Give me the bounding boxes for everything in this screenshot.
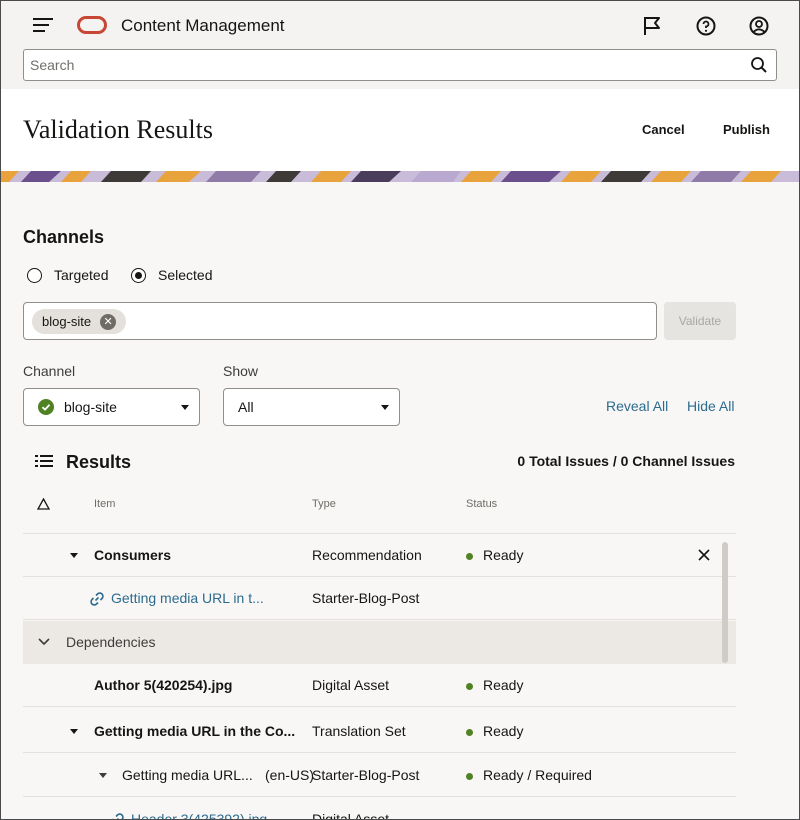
status-cell: Ready — [483, 723, 524, 739]
radio-checked-icon — [131, 267, 146, 283]
channel-select-value: blog-site — [64, 399, 117, 415]
show-field-label: Show — [223, 363, 259, 379]
radio-targeted-label: Targeted — [54, 267, 109, 283]
validate-button[interactable]: Validate — [664, 302, 736, 340]
item-cell: Getting media URL... — [122, 767, 253, 783]
link-icon — [90, 592, 104, 606]
issues-summary: 0 Total Issues / 0 Channel Issues — [517, 453, 735, 469]
channels-heading: Channels — [23, 227, 105, 247]
table-row[interactable]: Author 5(420254).jpg Digital Asset Ready — [23, 664, 736, 707]
close-icon[interactable] — [698, 549, 710, 561]
table-row[interactable]: Consumers Recommendation Ready — [23, 534, 736, 577]
table-scrollbar[interactable] — [722, 542, 728, 663]
item-link[interactable]: Getting media URL in t... — [111, 590, 264, 606]
flag-icon[interactable] — [641, 15, 663, 37]
list-icon — [35, 455, 53, 467]
app-window: Content Management Validation Results Ca… — [0, 0, 800, 820]
item-cell: Getting media URL in the Co... — [94, 723, 296, 739]
user-avatar-icon[interactable] — [748, 15, 770, 37]
chevron-down-icon[interactable] — [38, 638, 50, 646]
expand-caret-icon[interactable] — [70, 729, 78, 734]
group-row-dependencies[interactable]: Dependencies — [23, 621, 736, 664]
channel-select[interactable]: blog-site — [23, 388, 200, 426]
hamburger-menu-icon[interactable] — [33, 18, 53, 34]
column-header-item[interactable]: Item — [94, 498, 115, 510]
type-cell: Starter-Blog-Post — [312, 767, 420, 783]
table-row[interactable]: Header 3(425392).jpg Digital Asset — [23, 798, 736, 820]
status-dot-icon — [466, 773, 473, 780]
decorative-banner — [1, 171, 799, 182]
locale-cell: (en-US) — [265, 767, 315, 783]
check-circle-icon — [38, 399, 54, 415]
search-icon[interactable] — [750, 56, 768, 74]
table-row[interactable]: Getting media URL in the Co... Translati… — [23, 710, 736, 753]
status-cell: Ready — [483, 547, 524, 563]
item-cell: Consumers — [94, 547, 172, 563]
show-select[interactable]: All — [223, 388, 400, 426]
column-header-status[interactable]: Status — [466, 498, 497, 510]
radio-selected-label: Selected — [158, 267, 213, 283]
channel-chip-label: blog-site — [42, 314, 92, 329]
expand-caret-icon[interactable] — [70, 553, 78, 558]
link-icon — [112, 813, 124, 819]
channel-chip: blog-site ✕ — [32, 309, 127, 334]
status-dot-icon — [466, 683, 473, 690]
type-cell: Digital Asset — [312, 811, 390, 820]
reveal-all-link[interactable]: Reveal All — [606, 398, 668, 414]
item-cell: Author 5(420254).jpg — [94, 677, 233, 693]
chevron-down-icon — [181, 405, 189, 410]
top-bar: Content Management — [1, 1, 799, 89]
table-row[interactable]: Getting media URL in t... Starter-Blog-P… — [23, 577, 736, 620]
status-dot-icon — [466, 729, 473, 736]
help-icon[interactable] — [695, 15, 717, 37]
search-input[interactable] — [30, 54, 750, 76]
table-row[interactable]: Getting media URL... (en-US) Starter-Blo… — [23, 754, 736, 797]
app-title: Content Management — [121, 16, 285, 35]
chevron-down-icon — [381, 405, 389, 410]
radio-targeted[interactable]: Targeted — [27, 265, 108, 285]
radio-unchecked-icon — [27, 267, 42, 283]
type-cell: Translation Set — [312, 723, 406, 739]
type-cell: Digital Asset — [312, 677, 390, 693]
status-cell: Ready / Required — [483, 767, 592, 783]
remove-chip-icon[interactable]: ✕ — [100, 313, 117, 330]
page-title: Validation Results — [23, 115, 213, 144]
cancel-button[interactable]: Cancel — [642, 122, 685, 137]
channel-field-label: Channel — [23, 363, 76, 379]
item-link[interactable]: Header 3(425392).jpg — [131, 811, 267, 819]
status-dot-icon — [466, 553, 473, 560]
results-heading: Results — [66, 452, 132, 472]
type-cell: Starter-Blog-Post — [312, 590, 420, 606]
search-field[interactable] — [23, 49, 777, 81]
oracle-logo-icon — [77, 16, 107, 34]
column-header-type[interactable]: Type — [312, 498, 336, 510]
type-cell: Recommendation — [312, 547, 422, 563]
show-select-value: All — [238, 399, 254, 415]
publish-button[interactable]: Publish — [723, 122, 770, 137]
status-cell: Ready — [483, 677, 524, 693]
expand-caret-icon[interactable] — [99, 773, 107, 778]
warning-triangle-icon[interactable] — [37, 498, 50, 510]
page-header: Validation Results Cancel Publish — [1, 89, 799, 171]
hide-all-link[interactable]: Hide All — [687, 398, 734, 414]
channel-chip-input[interactable]: blog-site ✕ — [23, 302, 657, 340]
radio-selected[interactable]: Selected — [131, 265, 212, 285]
group-label: Dependencies — [66, 634, 156, 650]
